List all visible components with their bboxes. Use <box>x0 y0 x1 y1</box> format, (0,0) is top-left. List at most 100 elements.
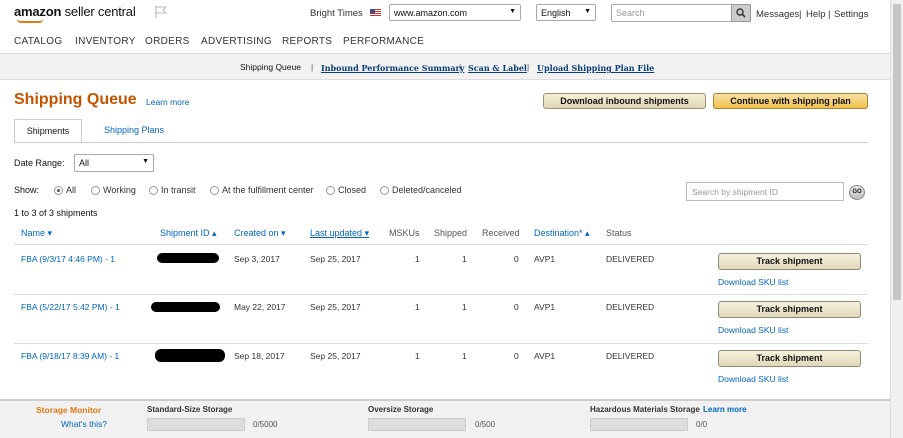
row-divider <box>14 343 868 344</box>
flag-icon[interactable] <box>154 5 168 19</box>
show-label: Show: <box>14 185 40 195</box>
created-on: May 22, 2017 <box>234 302 286 312</box>
subnav-scan-label[interactable]: Scan & Label <box>468 63 527 73</box>
search-icon <box>736 8 746 18</box>
subnav-separator: | <box>311 62 314 72</box>
received: 0 <box>514 254 519 264</box>
hazmat-storage-value: 0/0 <box>696 420 708 429</box>
date-range-select[interactable]: All ▼ <box>74 154 154 172</box>
subnav-upload-plan[interactable]: Upload Shipping Plan File <box>537 63 654 73</box>
standard-storage-value: 0/5000 <box>253 420 278 429</box>
col-header-shipment-id-label: Shipment ID <box>160 228 210 238</box>
subnav-separator: | <box>459 62 462 72</box>
continue-shipping-plan-button[interactable]: Continue with shipping plan <box>713 93 868 109</box>
nav-reports[interactable]: REPORTS <box>282 36 332 47</box>
nav-performance[interactable]: PERFORMANCE <box>343 36 424 47</box>
nav-orders[interactable]: ORDERS <box>145 36 190 47</box>
status: DELIVERED <box>606 351 655 361</box>
chevron-down-icon: ▼ <box>142 158 149 165</box>
standard-storage-bar <box>147 418 245 431</box>
destination: AVP1 <box>534 254 556 264</box>
subnav-separator: | <box>527 62 530 72</box>
download-sku-list-link[interactable]: Download SKU list <box>718 374 788 384</box>
destination: AVP1 <box>534 302 556 312</box>
learn-more-link[interactable]: Learn more <box>146 97 189 107</box>
shipment-name-link[interactable]: FBA (5/22/17 5:42 PM) - 1 <box>21 302 120 312</box>
received: 0 <box>514 302 519 312</box>
shipment-name-link[interactable]: FBA (9/3/17 4:46 PM) - 1 <box>21 254 115 264</box>
top-header: amazon seller central Bright Times www.a… <box>0 0 890 30</box>
shipments-count: 1 to 3 of 3 shipments <box>14 208 98 218</box>
standard-storage-label: Standard-Size Storage <box>147 405 233 414</box>
shipped: 1 <box>462 302 467 312</box>
radio-deleted-canceled[interactable] <box>380 186 389 195</box>
logo-rest-text: seller central <box>61 4 136 19</box>
download-sku-list-link[interactable]: Download SKU list <box>718 277 788 287</box>
col-header-created-on[interactable]: Created on ▾ <box>234 228 286 239</box>
global-search-input[interactable]: Search <box>611 4 751 22</box>
track-shipment-button[interactable]: Track shipment <box>718 301 861 318</box>
track-shipment-button[interactable]: Track shipment <box>718 350 861 367</box>
col-header-name[interactable]: Name ▾ <box>21 228 52 239</box>
redacted-shipment-id <box>151 302 220 312</box>
hazmat-learn-more-link[interactable]: Learn more <box>703 405 747 414</box>
shipped: 1 <box>462 254 467 264</box>
page-title: Shipping Queue <box>14 91 137 108</box>
radio-at-fulfillment-center[interactable] <box>210 186 219 195</box>
marketplace-select[interactable]: www.amazon.com ▼ <box>389 4 521 21</box>
last-updated: Sep 25, 2017 <box>310 302 361 312</box>
last-updated: Sep 25, 2017 <box>310 351 361 361</box>
go-button[interactable]: GO <box>849 185 865 200</box>
download-inbound-shipments-button[interactable]: Download inbound shipments <box>543 93 706 109</box>
radio-working[interactable] <box>91 186 100 195</box>
sub-nav: Shipping Queue | Inbound Performance Sum… <box>0 54 890 80</box>
col-header-shipment-id[interactable]: Shipment ID ▴ <box>160 228 217 239</box>
oversize-storage-label: Oversize Storage <box>368 405 434 414</box>
col-header-mskus: MSKUs <box>389 228 420 238</box>
download-sku-list-link[interactable]: Download SKU list <box>718 325 788 335</box>
col-header-last-updated[interactable]: Last updated ▾ <box>310 228 369 239</box>
nav-catalog[interactable]: CATALOG <box>14 36 62 47</box>
oversize-storage-bar <box>368 418 466 431</box>
header-separator: | <box>828 9 831 20</box>
radio-working-label: Working <box>103 185 136 195</box>
language-select[interactable]: English ▼ <box>536 4 596 21</box>
radio-deleted-canceled-label: Deleted/canceled <box>392 185 462 195</box>
nav-advertising[interactable]: ADVERTISING <box>201 36 272 47</box>
created-on: Sep 3, 2017 <box>234 254 280 264</box>
col-header-name-label: Name <box>21 228 46 238</box>
hazmat-storage-label: Hazardous Materials Storage <box>590 405 700 414</box>
radio-all[interactable] <box>54 186 63 195</box>
radio-closed[interactable] <box>326 186 335 195</box>
messages-link[interactable]: Messages <box>756 9 799 20</box>
search-button[interactable] <box>731 4 751 22</box>
col-header-destination[interactable]: Destination* ▴ <box>534 228 590 239</box>
received: 0 <box>514 351 519 361</box>
marketplace-value: www.amazon.com <box>394 8 468 18</box>
subnav-inbound-performance[interactable]: Inbound Performance Summary <box>321 63 464 73</box>
language-value: English <box>541 8 571 18</box>
mskus: 1 <box>415 254 420 264</box>
col-header-destination-label: Destination* <box>534 228 583 238</box>
scrollbar-thumb[interactable] <box>893 4 901 300</box>
amazon-seller-central-logo[interactable]: amazon seller central <box>14 4 136 19</box>
tab-shipments[interactable]: Shipments <box>14 119 82 143</box>
subnav-shipping-queue[interactable]: Shipping Queue <box>240 62 301 72</box>
last-updated: Sep 25, 2017 <box>310 254 361 264</box>
whats-this-link[interactable]: What's this? <box>61 419 107 429</box>
col-header-received: Received <box>482 228 520 238</box>
settings-link[interactable]: Settings <box>834 9 868 20</box>
row-divider <box>14 294 868 295</box>
track-shipment-button[interactable]: Track shipment <box>718 253 861 270</box>
mskus: 1 <box>415 351 420 361</box>
tab-shipping-plans[interactable]: Shipping Plans <box>104 125 164 135</box>
chevron-down-icon: ▼ <box>584 8 591 15</box>
help-link[interactable]: Help <box>806 9 826 20</box>
radio-all-label: All <box>66 185 77 195</box>
col-header-created-on-label: Created on <box>234 228 279 238</box>
oversize-storage-value: 0/500 <box>475 420 496 429</box>
radio-in-transit[interactable] <box>149 186 158 195</box>
shipment-name-link[interactable]: FBA (9/18/17 8:39 AM) - 1 <box>21 351 119 361</box>
nav-inventory[interactable]: INVENTORY <box>75 36 136 47</box>
shipment-id-search-input[interactable]: Search by shipment ID <box>686 182 844 201</box>
